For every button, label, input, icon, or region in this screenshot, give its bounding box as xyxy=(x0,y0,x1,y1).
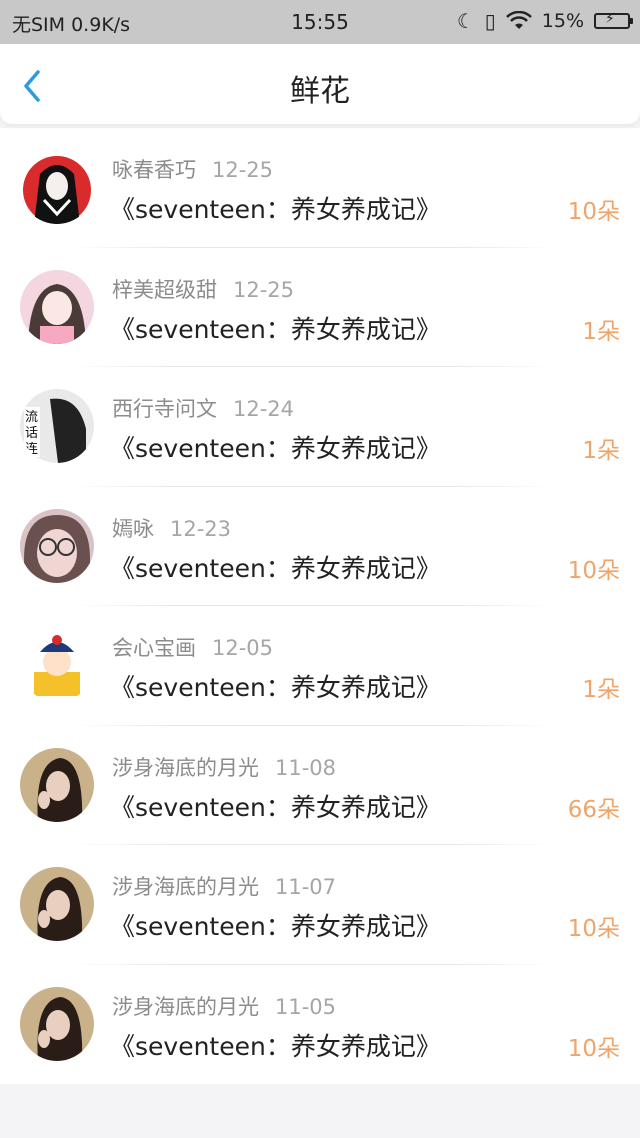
avatar[interactable] xyxy=(20,269,94,344)
avatar[interactable] xyxy=(20,508,94,583)
user-name[interactable]: 涉身海底的月光 xyxy=(112,875,259,899)
list-item[interactable]: 嫣咏 12-23 《seventeen：养女养成记》 10朵 xyxy=(0,487,640,606)
user-name[interactable]: 西行寺问文 xyxy=(112,397,217,421)
battery-icon: ⚡ xyxy=(594,11,633,29)
user-name[interactable]: 会心宝画 xyxy=(112,636,196,660)
list-item[interactable]: 咏春香巧 12-25 《seventeen：养女养成记》 10朵 xyxy=(0,128,640,248)
date-text: 11-07 xyxy=(275,875,337,899)
user-name[interactable]: 涉身海底的月光 xyxy=(112,756,259,780)
page-title: 鲜花 xyxy=(290,74,350,109)
flower-count: 10朵 xyxy=(567,199,620,225)
avatar[interactable]: 流 话 连 xyxy=(20,389,94,463)
avatar[interactable] xyxy=(20,747,94,822)
flower-count: 10朵 xyxy=(567,557,620,584)
svg-text:连: 连 xyxy=(25,441,38,457)
flower-count: 1朵 xyxy=(582,318,620,345)
book-title[interactable]: 《seventeen：养女养成记》 xyxy=(110,907,441,943)
list-item[interactable]: 流 话 连 西行寺问文 12-24 《seventeen：养女养成记》 1朵 xyxy=(0,367,640,487)
book-title[interactable]: 《seventeen：养女养成记》 xyxy=(110,190,441,226)
book-title[interactable]: 《seventeen：养女养成记》 xyxy=(110,310,441,346)
user-name[interactable]: 梓美超级甜 xyxy=(112,278,217,302)
book-title[interactable]: 《seventeen：养女养成记》 xyxy=(110,788,441,824)
user-name[interactable]: 咏春香巧 xyxy=(112,158,196,182)
svg-text:话: 话 xyxy=(25,426,38,441)
moon-icon: ☾ xyxy=(456,9,475,33)
list-item[interactable]: 涉身海底的月光 11-07 《seventeen：养女养成记》 10朵 xyxy=(0,845,640,965)
battery-percent: 15% xyxy=(541,10,584,32)
book-title[interactable]: 《seventeen：养女养成记》 xyxy=(110,1027,441,1063)
date-text: 11-05 xyxy=(275,994,337,1019)
avatar[interactable] xyxy=(20,628,94,702)
avatar[interactable] xyxy=(20,867,94,941)
date-text: 12-24 xyxy=(233,397,295,421)
avatar[interactable] xyxy=(20,150,94,224)
flower-count: 10朵 xyxy=(567,916,620,942)
avatar[interactable] xyxy=(20,986,94,1061)
book-title[interactable]: 《seventeen：养女养成记》 xyxy=(110,549,441,585)
nav-bar: 鲜花 xyxy=(0,44,640,124)
user-name[interactable]: 涉身海底的月光 xyxy=(112,995,259,1019)
flower-count: 1朵 xyxy=(582,438,620,464)
vibrate-icon: ▯ xyxy=(484,9,496,33)
status-bar: 无SIM 0.9K/s 15:55 ☾ ▯ 15% ⚡ xyxy=(0,0,640,44)
book-title[interactable]: 《seventeen：养女养成记》 xyxy=(110,668,441,704)
flower-count: 1朵 xyxy=(582,677,620,703)
flower-count: 10朵 xyxy=(567,1035,620,1062)
list-item[interactable]: 涉身海底的月光 11-05 《seventeen：养女养成记》 10朵 xyxy=(0,965,640,1085)
status-icons: ☾ ▯ 15% ⚡ xyxy=(456,9,633,33)
user-name[interactable]: 嫣咏 xyxy=(112,517,154,541)
list-item[interactable]: 梓美超级甜 12-25 《seventeen：养女养成记》 1朵 xyxy=(0,248,640,367)
date-text: 12-25 xyxy=(212,158,274,182)
date-text: 11-08 xyxy=(275,755,337,780)
svg-text:流: 流 xyxy=(25,410,38,425)
list-item[interactable]: 涉身海底的月光 11-08 《seventeen：养女养成记》 66朵 xyxy=(0,726,640,845)
flower-count: 66朵 xyxy=(567,796,620,823)
flower-list: 咏春香巧 12-25 《seventeen：养女养成记》 10朵 梓美超级甜 12-… xyxy=(0,128,640,1084)
date-text: 12-25 xyxy=(233,277,295,302)
book-title[interactable]: 《seventeen：养女养成记》 xyxy=(110,429,441,465)
date-text: 12-05 xyxy=(212,636,274,660)
date-text: 12-23 xyxy=(170,516,232,541)
wifi-icon xyxy=(505,11,532,29)
list-item[interactable]: 会心宝画 12-05 《seventeen：养女养成记》 1朵 xyxy=(0,606,640,726)
